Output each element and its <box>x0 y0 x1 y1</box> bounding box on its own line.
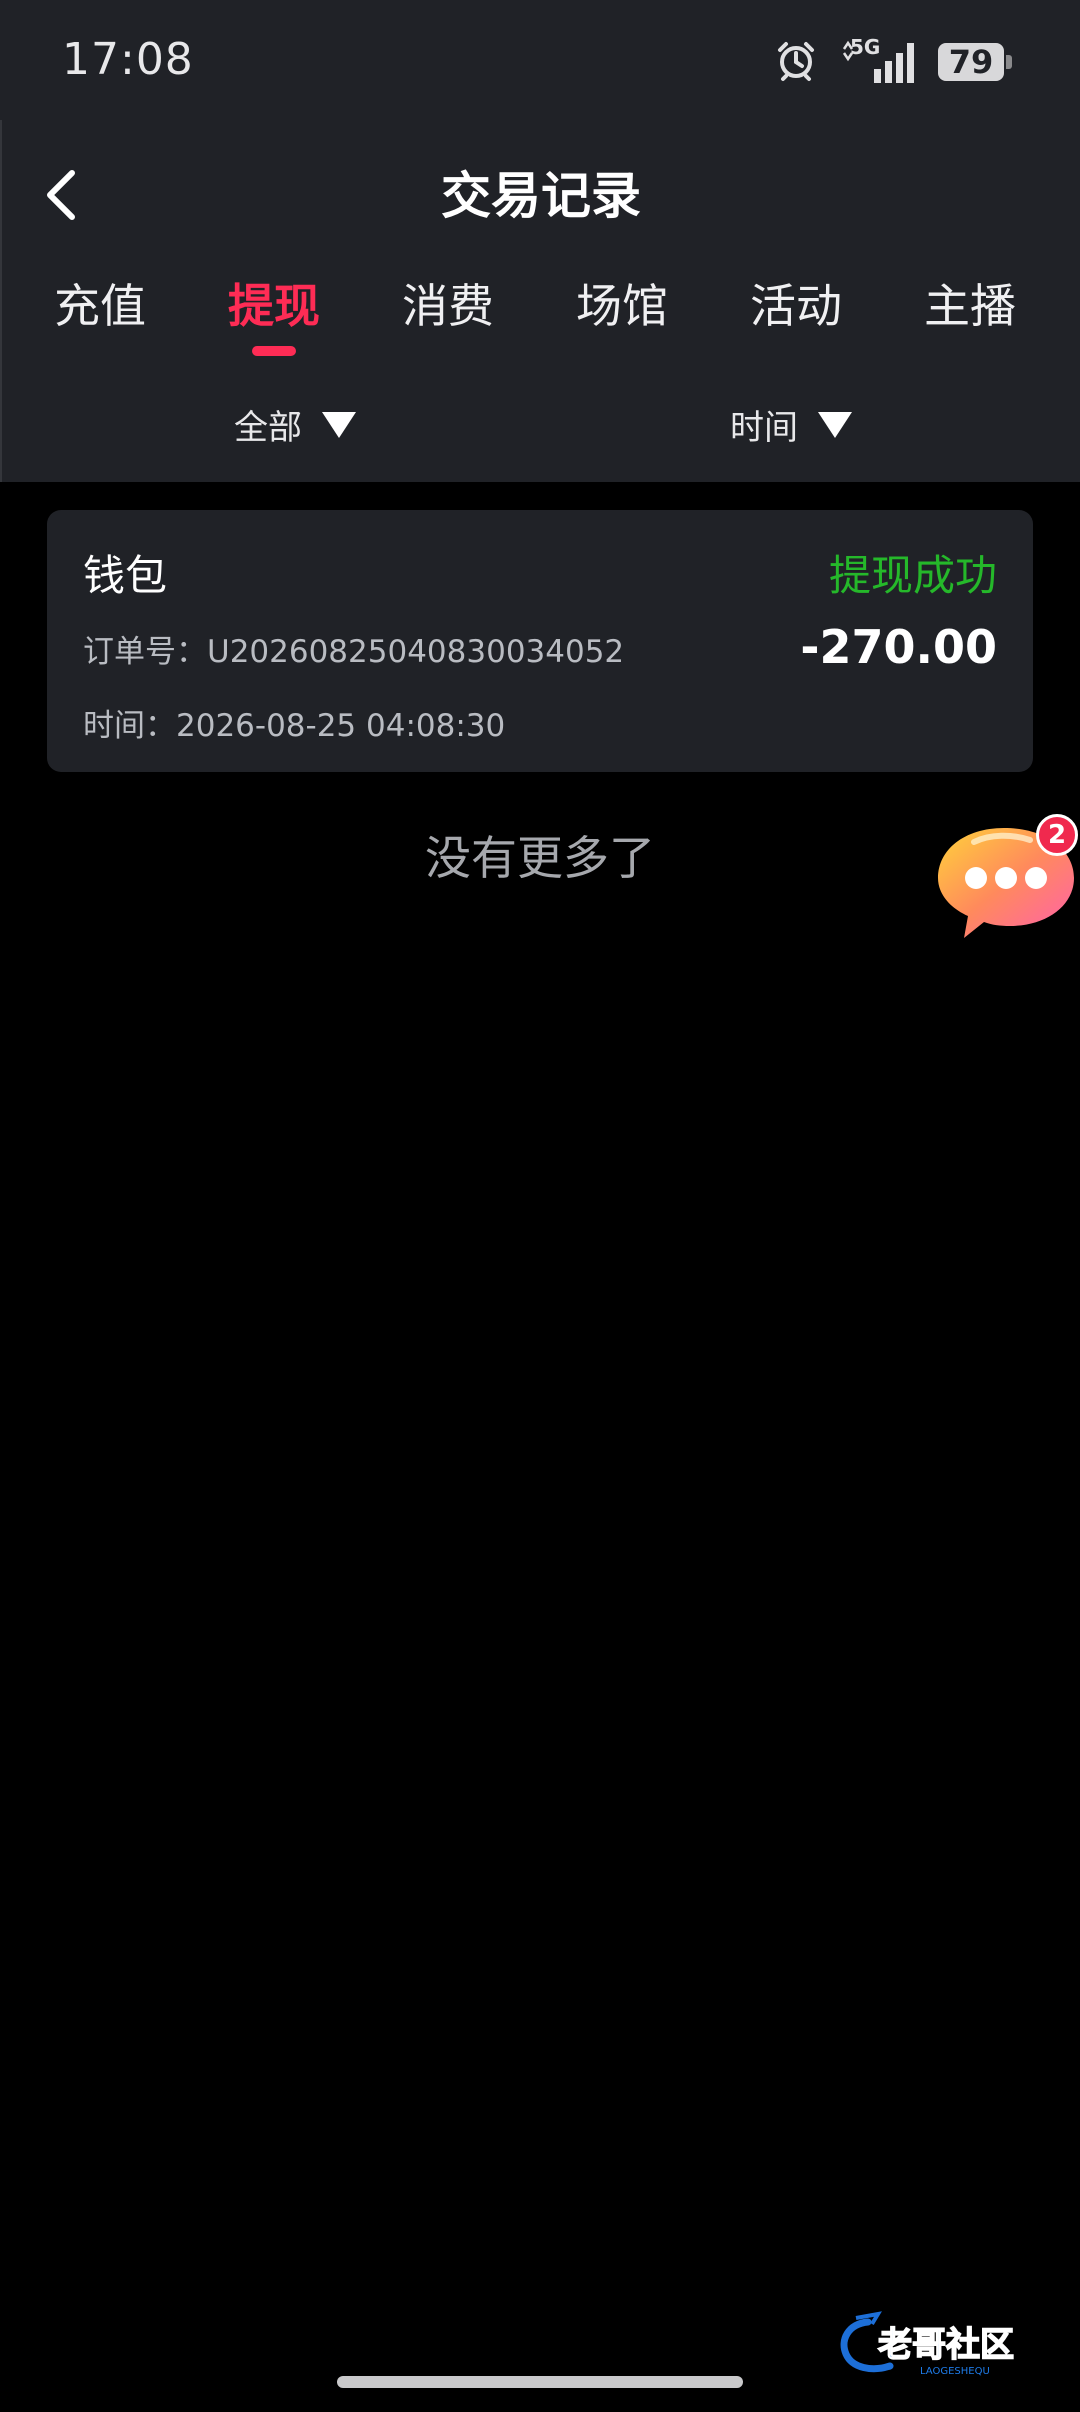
transaction-time: 时间：2026-08-25 04:08:30 <box>83 708 506 744</box>
alarm-icon <box>774 38 818 86</box>
tab-consume[interactable]: 消费 <box>378 270 518 336</box>
tab-recharge[interactable]: 充值 <box>30 270 170 336</box>
page-title: 交易记录 <box>441 167 641 225</box>
signal-icon: 5G <box>840 35 916 87</box>
tab-withdraw[interactable]: 提现 <box>204 270 344 356</box>
tab-venue[interactable]: 场馆 <box>552 270 692 336</box>
transaction-title: 钱包 <box>83 551 168 600</box>
dropdown-triangle-icon <box>322 411 356 438</box>
transaction-status: 提现成功 <box>828 551 997 600</box>
tab-bar: 充值 提现 消费 场馆 活动 主播 <box>30 270 1060 360</box>
transaction-amount: -270.00 <box>800 620 997 674</box>
no-more-text: 没有更多了 <box>425 831 655 885</box>
home-indicator[interactable] <box>337 2376 743 2388</box>
time-filter-dropdown[interactable]: 时间 <box>730 400 852 449</box>
status-time: 17:08 <box>62 34 194 85</box>
battery-icon: 79 <box>938 43 1012 81</box>
type-filter-label: 全部 <box>234 408 302 448</box>
tab-withdraw-label: 提现 <box>228 279 320 333</box>
page-header: 交易记录 充值 提现 消费 场馆 活动 主播 全部 时间 <box>0 120 1080 482</box>
chat-notification-badge: 2 <box>1036 814 1078 856</box>
watermark-logo: 老哥社区 LAOGESHEQU <box>838 2310 1064 2380</box>
type-filter-dropdown[interactable]: 全部 <box>234 400 356 449</box>
transaction-card[interactable]: 钱包 提现成功 订单号：U20260825040830034052 -270.0… <box>47 510 1033 772</box>
time-filter-label: 时间 <box>730 408 798 448</box>
status-bar: 17:08 5G 79 <box>0 0 1080 120</box>
status-icons: 5G 79 <box>774 34 1012 90</box>
transaction-order-number: 订单号：U20260825040830034052 <box>83 634 625 670</box>
active-tab-indicator <box>252 346 296 356</box>
tab-anchor[interactable]: 主播 <box>900 270 1040 336</box>
tab-activity[interactable]: 活动 <box>726 270 866 336</box>
dropdown-triangle-icon <box>818 411 852 438</box>
svg-text:LAOGESHEQU: LAOGESHEQU <box>920 2366 990 2377</box>
svg-text:老哥社区: 老哥社区 <box>878 2325 1014 2365</box>
